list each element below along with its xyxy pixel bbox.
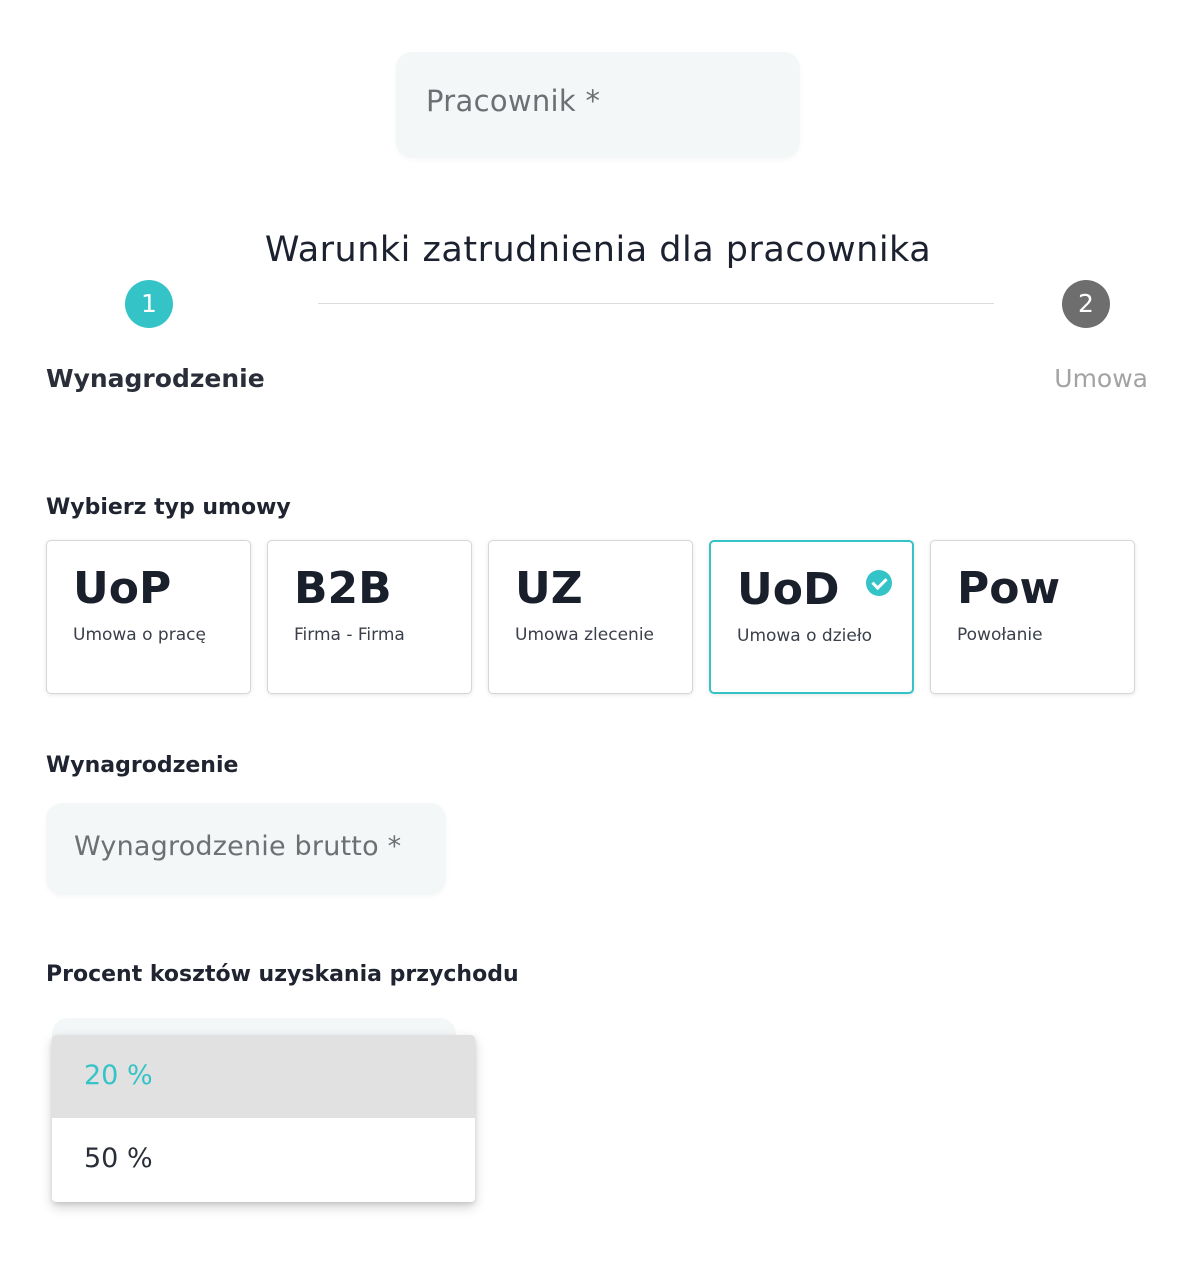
contract-code: B2B — [294, 563, 392, 614]
dropdown-option-label: 20 % — [84, 1060, 153, 1091]
step-2-indicator[interactable]: 2 — [1062, 280, 1110, 328]
salary-heading: Wynagrodzenie — [46, 753, 239, 778]
dropdown-option-50[interactable]: 50 % — [52, 1118, 475, 1201]
cost-percent-heading: Procent kosztów uzyskania przychodu — [46, 962, 519, 987]
dropdown-option-label: 50 % — [84, 1143, 153, 1174]
contract-description: Umowa o pracę — [73, 625, 206, 645]
contract-description: Powołanie — [957, 625, 1043, 645]
contract-card-b2b[interactable]: B2B Firma - Firma — [267, 540, 472, 694]
contract-card-uop[interactable]: UoP Umowa o pracę — [46, 540, 251, 694]
dropdown-option-20[interactable]: 20 % — [52, 1035, 475, 1118]
step-2-label[interactable]: Umowa — [1054, 364, 1148, 393]
page-title: Warunki zatrudnienia dla pracownika — [264, 230, 932, 270]
contract-description: Umowa o dzieło — [737, 626, 873, 646]
contract-type-heading: Wybierz typ umowy — [46, 495, 291, 520]
gross-salary-placeholder: Wynagrodzenie brutto * — [74, 831, 402, 862]
contract-code: UZ — [515, 563, 583, 614]
contract-description: Firma - Firma — [294, 625, 405, 645]
step-1-indicator[interactable]: 1 — [125, 280, 173, 328]
check-circle-icon — [866, 570, 892, 596]
contract-type-options: UoP Umowa o pracę B2B Firma - Firma UZ U… — [46, 540, 1135, 694]
stepper-line — [318, 303, 994, 304]
contract-code: Pow — [957, 563, 1061, 614]
contract-card-pow[interactable]: Pow Powołanie — [930, 540, 1135, 694]
contract-description: Umowa zlecenie — [515, 625, 654, 645]
contract-code: UoP — [73, 563, 172, 614]
employee-select[interactable]: Pracownik * — [396, 52, 800, 158]
step-1-label[interactable]: Wynagrodzenie — [46, 364, 265, 393]
employee-select-label: Pracownik * — [426, 84, 601, 118]
contract-card-uod[interactable]: UoD Umowa o dzieło — [709, 540, 914, 694]
contract-code: UoD — [737, 564, 840, 615]
contract-card-uz[interactable]: UZ Umowa zlecenie — [488, 540, 693, 694]
gross-salary-input[interactable]: Wynagrodzenie brutto * — [46, 803, 446, 895]
cost-percent-dropdown: 20 % 50 % — [52, 1035, 475, 1202]
